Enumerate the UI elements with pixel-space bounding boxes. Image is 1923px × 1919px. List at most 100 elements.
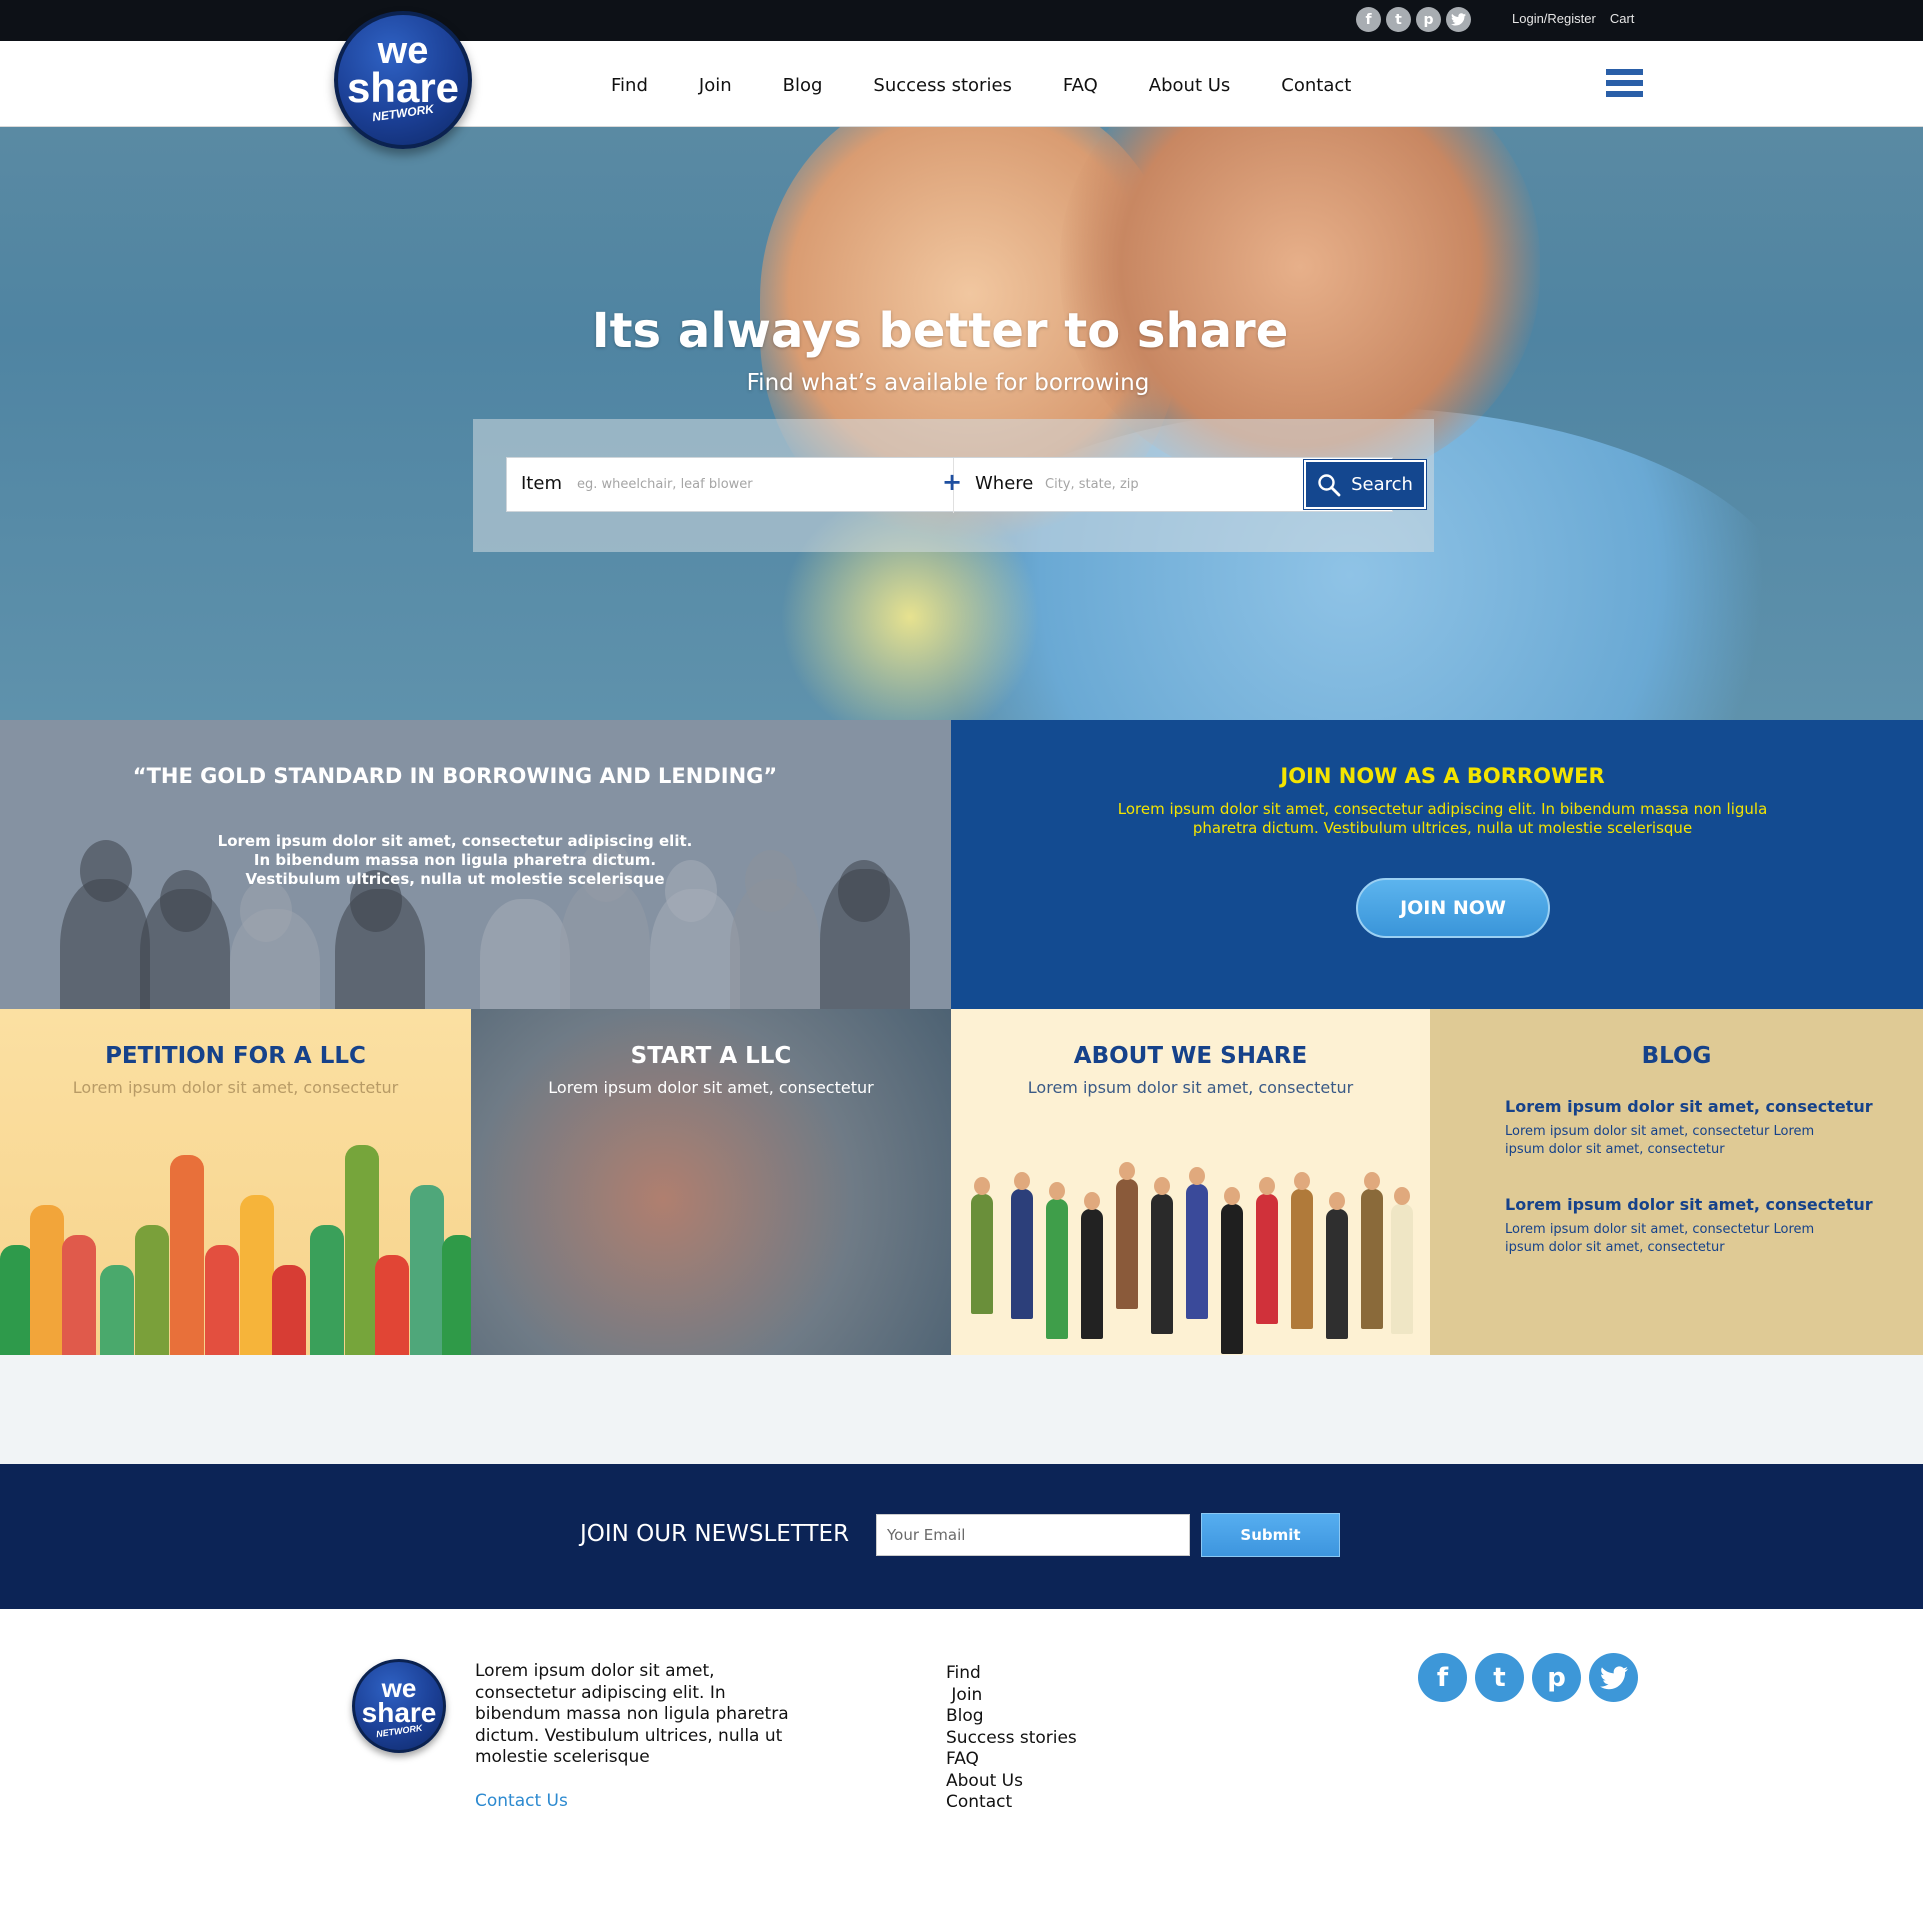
blog-post-heading[interactable]: Lorem ipsum dolor sit amet, consectetur (1505, 1195, 1873, 1214)
facebook-icon[interactable]: f (1418, 1653, 1467, 1702)
petition-subtitle: Lorem ipsum dolor sit amet, consectetur (72, 1078, 399, 1097)
logo-text-we: we (377, 30, 429, 72)
newsletter-submit-button[interactable]: Submit (1201, 1513, 1340, 1557)
blog-panel: BLOG Lorem ipsum dolor sit amet, consect… (1430, 1009, 1923, 1355)
hand-illustration (442, 1235, 471, 1355)
person-illustration (1081, 1209, 1103, 1339)
about-title: ABOUT WE SHARE (1073, 1043, 1308, 1069)
start-llc-panel[interactable]: START A LLC Lorem ipsum dolor sit amet, … (471, 1009, 951, 1355)
tumblr-icon[interactable]: t (1386, 7, 1411, 32)
menu-icon[interactable] (1606, 69, 1643, 97)
footer-link-blog[interactable]: Blog (946, 1706, 1077, 1728)
top-bar: f t p Login/Register Cart (0, 0, 1923, 41)
item-label: Item (521, 473, 562, 494)
hand-illustration (170, 1155, 204, 1355)
nav-find[interactable]: Find (611, 75, 648, 96)
search-button-label: Search (1351, 474, 1413, 495)
nav-faq[interactable]: FAQ (1063, 75, 1098, 96)
hand-illustration (30, 1205, 64, 1355)
hero-subtitle: Find what’s available for borrowing (746, 370, 1150, 396)
petition-llc-panel[interactable]: PETITION FOR A LLC Lorem ipsum dolor sit… (0, 1009, 471, 1355)
twitter-icon[interactable] (1446, 7, 1471, 32)
gold-text-line: Lorem ipsum dolor sit amet, consectetur … (217, 832, 693, 850)
logo-text-we: we (381, 1672, 417, 1703)
hero-banner: Its always better to share Find what’s a… (0, 127, 1923, 720)
site-logo[interactable]: we share NETWORK (334, 11, 472, 149)
tumblr-icon[interactable]: t (1475, 1653, 1524, 1702)
start-llc-title: START A LLC (630, 1043, 792, 1069)
hand-illustration (0, 1245, 34, 1355)
nav-blog[interactable]: Blog (783, 75, 823, 96)
about-we-share-panel[interactable]: ABOUT WE SHARE Lorem ipsum dolor sit ame… (951, 1009, 1430, 1355)
person-illustration (1326, 1209, 1348, 1339)
item-input[interactable]: eg. wheelchair, leaf blower (577, 477, 753, 492)
footer-logo[interactable]: we share NETWORK (352, 1659, 446, 1753)
hand-illustration (62, 1235, 96, 1355)
nav-join[interactable]: Join (699, 75, 732, 96)
login-register-link[interactable]: Login/Register (1512, 11, 1596, 26)
hand-illustration (100, 1265, 134, 1355)
blog-post-heading[interactable]: Lorem ipsum dolor sit amet, consectetur (1505, 1097, 1873, 1116)
footer-social-links: f t p (1418, 1653, 1638, 1702)
where-input[interactable]: City, state, zip (1045, 477, 1139, 492)
person-illustration (1084, 1192, 1100, 1210)
join-now-button[interactable]: JOIN NOW (1356, 878, 1550, 938)
search-button[interactable]: Search (1303, 459, 1427, 510)
petition-title: PETITION FOR A LLC (105, 1043, 366, 1069)
person-illustration (1394, 1187, 1410, 1205)
person-illustration (1049, 1182, 1065, 1200)
join-borrower-panel: JOIN NOW AS A BORROWER Lorem ipsum dolor… (951, 720, 1923, 1009)
hand-illustration (135, 1225, 169, 1355)
footer-link-find[interactable]: Find (946, 1663, 1077, 1685)
newsletter-email-input[interactable] (876, 1514, 1190, 1556)
about-subtitle: Lorem ipsum dolor sit amet, consectetur (1027, 1078, 1354, 1097)
footer-link-join[interactable]: Join (946, 1685, 1077, 1707)
person-illustration (1014, 1172, 1030, 1190)
person-illustration (1151, 1194, 1173, 1334)
footer-link-success-stories[interactable]: Success stories (946, 1728, 1077, 1750)
where-label: Where (975, 473, 1034, 494)
person-illustration (1294, 1172, 1310, 1190)
plus-icon: + (942, 468, 963, 496)
blog-title[interactable]: BLOG (1430, 1043, 1923, 1069)
person-illustration (971, 1194, 993, 1314)
cart-link[interactable]: Cart (1610, 11, 1635, 26)
hand-illustration (240, 1195, 274, 1355)
footer-link-about-us[interactable]: About Us (946, 1771, 1077, 1793)
top-social-links: f t p (1356, 7, 1471, 32)
newsletter-section: JOIN OUR NEWSLETTER Submit (0, 1464, 1923, 1609)
nav-about-us[interactable]: About Us (1149, 75, 1231, 96)
footer-about-text: Lorem ipsum dolor sit amet, consectetur … (475, 1661, 789, 1767)
main-nav: Find Join Blog Success stories FAQ About… (611, 75, 1351, 96)
person-illustration (1224, 1187, 1240, 1205)
pinterest-icon[interactable]: p (1532, 1653, 1581, 1702)
hand-illustration (205, 1245, 239, 1355)
hand-illustration (410, 1185, 444, 1355)
facebook-icon[interactable]: f (1356, 7, 1381, 32)
footer: we share NETWORK Lorem ipsum dolor sit a… (0, 1609, 1923, 1919)
footer-contact-link[interactable]: Contact Us (475, 1791, 568, 1811)
footer-link-contact[interactable]: Contact (946, 1792, 1077, 1814)
newsletter-title: JOIN OUR NEWSLETTER (580, 1521, 850, 1547)
blog-post-excerpt: Lorem ipsum dolor sit amet, consectetur … (1505, 1222, 1815, 1255)
footer-link-faq[interactable]: FAQ (946, 1749, 1077, 1771)
hand-illustration (310, 1225, 344, 1355)
twitter-icon[interactable] (1589, 1653, 1638, 1702)
person-illustration (1119, 1162, 1135, 1180)
search-box: Item eg. wheelchair, leaf blower + Where… (506, 457, 1427, 513)
footer-links: Find Join Blog Success stories FAQ About… (946, 1663, 1077, 1814)
join-text: Lorem ipsum dolor sit amet, consectetur … (1117, 800, 1768, 837)
person-illustration (1361, 1189, 1383, 1329)
person-illustration (1259, 1177, 1275, 1195)
person-illustration (1189, 1167, 1205, 1185)
nav-success-stories[interactable]: Success stories (873, 75, 1011, 96)
nav-contact[interactable]: Contact (1281, 75, 1351, 96)
twitter-bird-shape (1599, 1665, 1628, 1689)
search-panel: Item eg. wheelchair, leaf blower + Where… (473, 419, 1434, 552)
pinterest-icon[interactable]: p (1416, 7, 1441, 32)
person-illustration (1364, 1172, 1380, 1190)
person-illustration (1256, 1194, 1278, 1324)
account-links: Login/Register Cart (1512, 11, 1634, 26)
hero-title: Its always better to share (591, 303, 1289, 359)
person-illustration (1221, 1204, 1243, 1354)
